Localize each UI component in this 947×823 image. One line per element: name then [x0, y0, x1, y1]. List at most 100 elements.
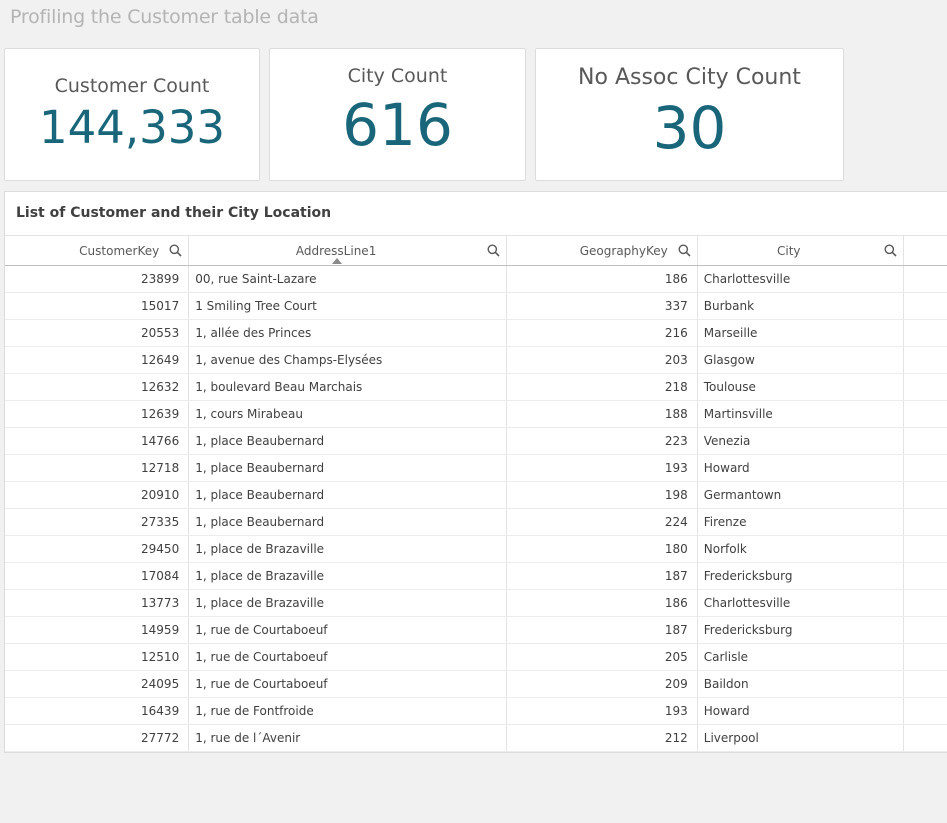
table-row[interactable]: 20910 1, place Beaubernard 198 Germantown — [5, 481, 947, 509]
cell-addressline1[interactable]: 1, place de Brazaville — [188, 535, 508, 563]
cell-customerkey[interactable]: 27335 — [5, 508, 190, 536]
customer-city-table-panel[interactable]: List of Customer and their City Location… — [4, 191, 947, 753]
table-row[interactable]: 12718 1, place Beaubernard 193 Howard — [5, 454, 947, 482]
cell-geographykey[interactable]: 193 — [506, 454, 698, 482]
cell-city[interactable]: Glasgow — [697, 346, 904, 374]
cell-addressline1[interactable]: 1, rue de Courtaboeuf — [188, 616, 508, 644]
cell-geographykey[interactable]: 186 — [506, 265, 698, 293]
cell-customerkey[interactable]: 14766 — [5, 427, 190, 455]
column-header-customerkey[interactable]: CustomerKey — [5, 235, 190, 266]
table-row[interactable]: 17084 1, place de Brazaville 187 Fredericks… — [5, 562, 947, 590]
table-row[interactable]: 27335 1, place Beaubernard 224 Firenze — [5, 508, 947, 536]
cell-customerkey[interactable]: 23899 — [5, 265, 190, 293]
table-row[interactable]: 12510 1, rue de Courtaboeuf 205 Carlisle — [5, 643, 947, 671]
cell-customerkey[interactable]: 12632 — [5, 373, 190, 401]
cell-addressline1[interactable]: 1, cours Mirabeau — [188, 400, 508, 428]
cell-customerkey[interactable]: 24095 — [5, 670, 190, 698]
cell-customerkey[interactable]: 12639 — [5, 400, 190, 428]
cell-geographykey[interactable]: 180 — [506, 535, 698, 563]
cell-geographykey[interactable]: 187 — [506, 562, 698, 590]
table-row[interactable]: 12649 1, avenue des Champs-Elysées 203 Glas… — [5, 346, 947, 374]
cell-addressline1[interactable]: 1, place Beaubernard — [188, 508, 508, 536]
cell-geographykey[interactable]: 212 — [506, 724, 698, 752]
cell-customerkey[interactable]: 12718 — [5, 454, 190, 482]
cell-customerkey[interactable]: 27772 — [5, 724, 190, 752]
search-icon[interactable] — [678, 244, 691, 257]
table-row[interactable]: 27772 1, rue de l´Avenir 212 Liverpool — [5, 724, 947, 752]
search-icon[interactable] — [487, 244, 500, 257]
cell-city[interactable]: Norfolk — [697, 535, 904, 563]
cell-geographykey[interactable]: 187 — [506, 616, 698, 644]
kpi-city-count[interactable]: City Count 616 — [269, 48, 526, 181]
table-row[interactable]: 14959 1, rue de Courtaboeuf 187 Fredericksb… — [5, 616, 947, 644]
cell-geographykey[interactable]: 188 — [506, 400, 698, 428]
cell-geographykey[interactable]: 218 — [506, 373, 698, 401]
table-row[interactable]: 15017 1 Smiling Tree Court 337 Burbank — [5, 292, 947, 320]
table-row[interactable]: 13773 1, place de Brazaville 186 Charlottes… — [5, 589, 947, 617]
search-icon[interactable] — [884, 244, 897, 257]
cell-city[interactable]: Burbank — [697, 292, 904, 320]
cell-addressline1[interactable]: 1, place de Brazaville — [188, 562, 508, 590]
cell-city[interactable]: Baildon — [697, 670, 904, 698]
cell-addressline1[interactable]: 00, rue Saint-Lazare — [188, 265, 508, 293]
cell-addressline1[interactable]: 1, avenue des Champs-Elysées — [188, 346, 508, 374]
cell-geographykey[interactable]: 203 — [506, 346, 698, 374]
search-icon[interactable] — [169, 244, 182, 257]
cell-customerkey[interactable]: 16439 — [5, 697, 190, 725]
table-row[interactable]: 29450 1, place de Brazaville 180 Norfolk — [5, 535, 947, 563]
cell-geographykey[interactable]: 209 — [506, 670, 698, 698]
cell-geographykey[interactable]: 198 — [506, 481, 698, 509]
cell-addressline1[interactable]: 1, rue de Courtaboeuf — [188, 643, 508, 671]
cell-city[interactable]: Liverpool — [697, 724, 904, 752]
cell-addressline1[interactable]: 1, rue de l´Avenir — [188, 724, 508, 752]
table-row[interactable]: 23899 00, rue Saint-Lazare 186 Charlottesvi… — [5, 265, 947, 293]
cell-addressline1[interactable]: 1 Smiling Tree Court — [188, 292, 508, 320]
cell-city[interactable]: Germantown — [697, 481, 904, 509]
cell-customerkey[interactable]: 20553 — [5, 319, 190, 347]
table-row[interactable]: 20553 1, allée des Princes 216 Marseille — [5, 319, 947, 347]
cell-city[interactable]: Charlottesville — [697, 265, 904, 293]
cell-addressline1[interactable]: 1, allée des Princes — [188, 319, 508, 347]
table-row[interactable]: 24095 1, rue de Courtaboeuf 209 Baildon — [5, 670, 947, 698]
cell-city[interactable]: Fredericksburg — [697, 562, 904, 590]
cell-city[interactable]: Fredericksburg — [697, 616, 904, 644]
cell-city[interactable]: Carlisle — [697, 643, 904, 671]
cell-city[interactable]: Venezia — [697, 427, 904, 455]
cell-addressline1[interactable]: 1, boulevard Beau Marchais — [188, 373, 508, 401]
cell-addressline1[interactable]: 1, place Beaubernard — [188, 427, 508, 455]
cell-geographykey[interactable]: 186 — [506, 589, 698, 617]
kpi-customer-count[interactable]: Customer Count 144,333 — [4, 48, 260, 181]
cell-city[interactable]: Martinsville — [697, 400, 904, 428]
column-header-addressline1[interactable]: AddressLine1 — [188, 235, 508, 266]
table-row[interactable]: 14766 1, place Beaubernard 223 Venezia — [5, 427, 947, 455]
cell-city[interactable]: Marseille — [697, 319, 904, 347]
cell-customerkey[interactable]: 15017 — [5, 292, 190, 320]
cell-city[interactable]: Toulouse — [697, 373, 904, 401]
cell-customerkey[interactable]: 17084 — [5, 562, 190, 590]
cell-addressline1[interactable]: 1, place Beaubernard — [188, 481, 508, 509]
cell-geographykey[interactable]: 224 — [506, 508, 698, 536]
kpi-no-assoc-city-count[interactable]: No Assoc City Count 30 — [535, 48, 844, 181]
cell-geographykey[interactable]: 223 — [506, 427, 698, 455]
cell-customerkey[interactable]: 20910 — [5, 481, 190, 509]
cell-city[interactable]: Howard — [697, 697, 904, 725]
cell-customerkey[interactable]: 12649 — [5, 346, 190, 374]
cell-geographykey[interactable]: 205 — [506, 643, 698, 671]
table-row[interactable]: 12632 1, boulevard Beau Marchais 218 Toulou… — [5, 373, 947, 401]
cell-addressline1[interactable]: 1, rue de Courtaboeuf — [188, 670, 508, 698]
table-row[interactable]: 16439 1, rue de Fontfroide 193 Howard — [5, 697, 947, 725]
cell-customerkey[interactable]: 29450 — [5, 535, 190, 563]
cell-geographykey[interactable]: 337 — [506, 292, 698, 320]
cell-customerkey[interactable]: 14959 — [5, 616, 190, 644]
cell-customerkey[interactable]: 13773 — [5, 589, 190, 617]
cell-addressline1[interactable]: 1, place Beaubernard — [188, 454, 508, 482]
cell-geographykey[interactable]: 216 — [506, 319, 698, 347]
cell-addressline1[interactable]: 1, rue de Fontfroide — [188, 697, 508, 725]
cell-city[interactable]: Firenze — [697, 508, 904, 536]
table-row[interactable]: 12639 1, cours Mirabeau 188 Martinsville — [5, 400, 947, 428]
column-header-city[interactable]: City — [697, 235, 904, 266]
column-header-geographykey[interactable]: GeographyKey — [506, 235, 698, 266]
cell-addressline1[interactable]: 1, place de Brazaville — [188, 589, 508, 617]
cell-customerkey[interactable]: 12510 — [5, 643, 190, 671]
cell-city[interactable]: Charlottesville — [697, 589, 904, 617]
